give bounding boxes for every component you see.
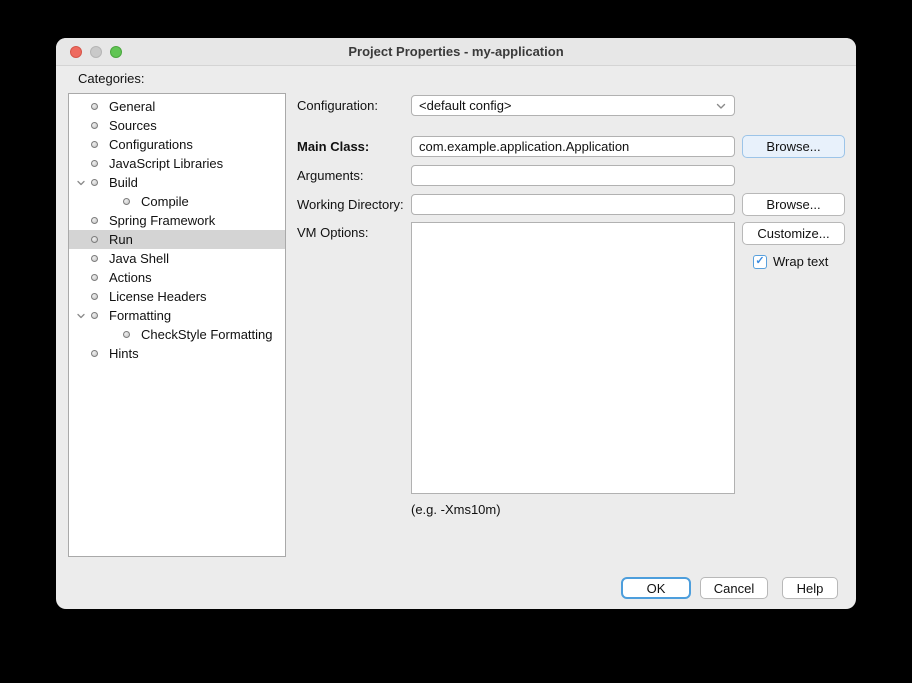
working-directory-label: Working Directory:: [297, 194, 404, 215]
customize-button[interactable]: Customize...: [742, 222, 845, 245]
wrap-text-control[interactable]: ✓ Wrap text: [753, 254, 828, 269]
tree-item-label: Configurations: [109, 137, 193, 152]
tree-item-general[interactable]: General: [69, 97, 285, 116]
tree-item-compile[interactable]: Compile: [69, 192, 285, 211]
node-bullet-icon: [91, 103, 98, 110]
tree-item-license-headers[interactable]: License Headers: [69, 287, 285, 306]
node-bullet-icon: [123, 198, 130, 205]
node-bullet-icon: [91, 141, 98, 148]
arguments-label: Arguments:: [297, 165, 363, 186]
node-bullet-icon: [91, 179, 98, 186]
wrap-text-label: Wrap text: [773, 254, 828, 269]
tree-item-label: Build: [109, 175, 138, 190]
tree-item-checkstyle-formatting[interactable]: CheckStyle Formatting: [69, 325, 285, 344]
traffic-lights: [70, 46, 122, 58]
tree-item-label: Spring Framework: [109, 213, 215, 228]
close-window-icon[interactable]: [70, 46, 82, 58]
tree-item-sources[interactable]: Sources: [69, 116, 285, 135]
tree-item-label: Sources: [109, 118, 157, 133]
title-bar[interactable]: Project Properties - my-application: [56, 38, 856, 66]
project-properties-dialog: Project Properties - my-application Cate…: [56, 38, 856, 609]
tree-item-run[interactable]: Run: [69, 230, 285, 249]
working-directory-input[interactable]: [411, 194, 735, 215]
ok-button[interactable]: OK: [621, 577, 691, 599]
node-bullet-icon: [91, 312, 98, 319]
vm-options-hint: (e.g. -Xms10m): [411, 502, 501, 517]
tree-item-spring-framework[interactable]: Spring Framework: [69, 211, 285, 230]
tree-item-label: Hints: [109, 346, 139, 361]
tree-item-label: Compile: [141, 194, 189, 209]
node-bullet-icon: [91, 274, 98, 281]
tree-item-label: General: [109, 99, 155, 114]
arguments-input[interactable]: [411, 165, 735, 186]
zoom-window-icon[interactable]: [110, 46, 122, 58]
chevron-down-icon: [715, 100, 727, 112]
categories-tree[interactable]: General Sources Configurations JavaScript L…: [68, 93, 286, 557]
configuration-value: <default config>: [419, 98, 512, 113]
node-bullet-icon: [91, 217, 98, 224]
tree-item-label: Actions: [109, 270, 152, 285]
tree-item-java-shell[interactable]: Java Shell: [69, 249, 285, 268]
tree-item-label: License Headers: [109, 289, 207, 304]
node-bullet-icon: [91, 122, 98, 129]
tree-item-configurations[interactable]: Configurations: [69, 135, 285, 154]
tree-item-javascript-libraries[interactable]: JavaScript Libraries: [69, 154, 285, 173]
tree-item-build[interactable]: Build: [69, 173, 285, 192]
tree-item-label: JavaScript Libraries: [109, 156, 223, 171]
node-bullet-icon: [123, 331, 130, 338]
node-bullet-icon: [91, 160, 98, 167]
configuration-select[interactable]: <default config>: [411, 95, 735, 116]
tree-item-label: CheckStyle Formatting: [141, 327, 273, 342]
node-bullet-icon: [91, 236, 98, 243]
cancel-button[interactable]: Cancel: [700, 577, 768, 599]
tree-item-label: Java Shell: [109, 251, 169, 266]
node-bullet-icon: [91, 350, 98, 357]
working-directory-browse-button[interactable]: Browse...: [742, 193, 845, 216]
window-title: Project Properties - my-application: [348, 44, 563, 59]
tree-item-formatting[interactable]: Formatting: [69, 306, 285, 325]
help-button[interactable]: Help: [782, 577, 838, 599]
tree-item-actions[interactable]: Actions: [69, 268, 285, 287]
node-bullet-icon: [91, 293, 98, 300]
main-class-label: Main Class:: [297, 136, 369, 157]
tree-item-hints[interactable]: Hints: [69, 344, 285, 363]
expand-chevron-icon[interactable]: [74, 178, 88, 188]
main-class-input[interactable]: [411, 136, 735, 157]
node-bullet-icon: [91, 255, 98, 262]
categories-label: Categories:: [78, 71, 144, 86]
tree-item-label: Formatting: [109, 308, 171, 323]
configuration-label: Configuration:: [297, 95, 378, 116]
wrap-text-checkbox[interactable]: ✓: [753, 255, 767, 269]
vm-options-label: VM Options:: [297, 222, 369, 243]
minimize-window-icon[interactable]: [90, 46, 102, 58]
expand-chevron-icon[interactable]: [74, 311, 88, 321]
vm-options-textarea[interactable]: [411, 222, 735, 494]
tree-item-label: Run: [109, 232, 133, 247]
main-class-browse-button[interactable]: Browse...: [742, 135, 845, 158]
